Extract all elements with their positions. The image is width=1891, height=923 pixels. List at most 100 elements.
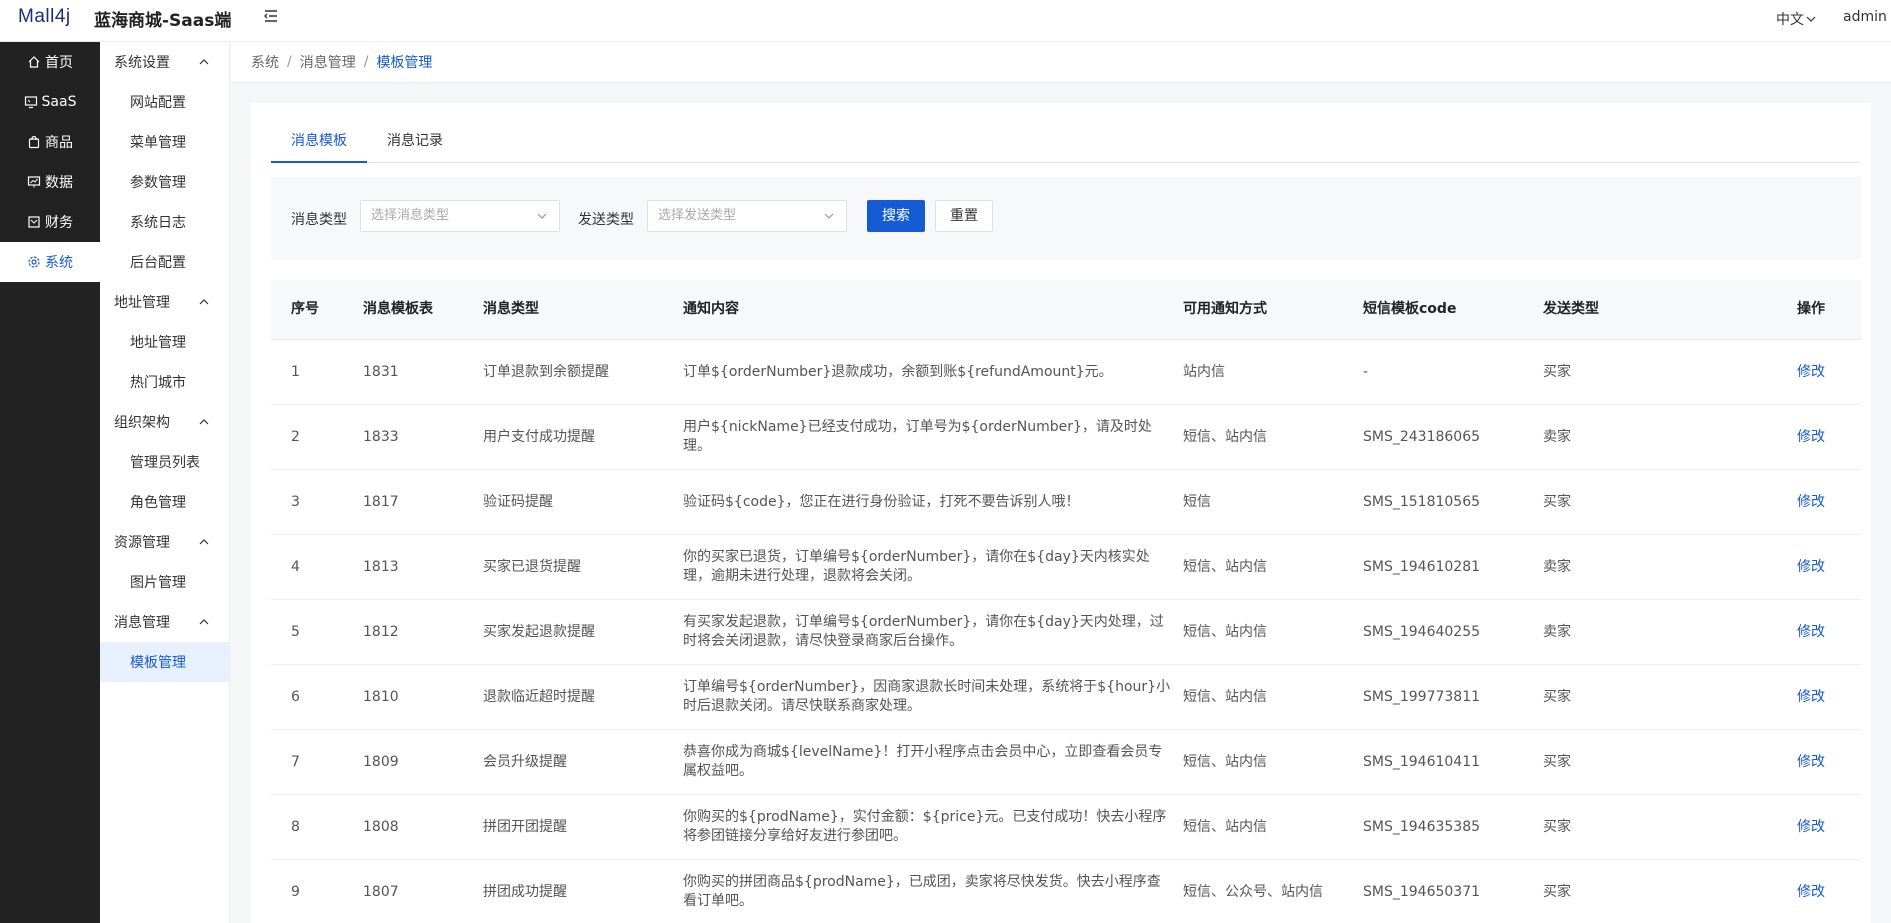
cell-index: 6 [291, 688, 300, 705]
cell-operation: 修改 [1797, 470, 1857, 534]
tab-message-template[interactable]: 消息模板 [271, 121, 367, 163]
send-type-placeholder: 选择发送类型 [658, 208, 737, 223]
cell-sms-code: - [1363, 363, 1369, 380]
cell-operation: 修改 [1797, 340, 1857, 404]
cell-send-type: 买家 [1543, 753, 1571, 770]
sidebar-item-image-manage[interactable]: 图片管理 [100, 562, 229, 602]
cell-send-type: 买家 [1543, 493, 1571, 510]
group-message[interactable]: 消息管理 [100, 602, 229, 642]
cell-message-type: 用户支付成功提醒 [483, 428, 595, 445]
cell-message-type: 拼团开团提醒 [483, 818, 567, 835]
table-row: 2 1833 用户支付成功提醒 用户${nickName}已经支付成功，订单号为… [271, 405, 1861, 470]
cell-send-type: 卖家 [1543, 558, 1571, 575]
edit-link[interactable]: 修改 [1797, 493, 1825, 512]
sidebar-item-role-manage[interactable]: 角色管理 [100, 482, 229, 522]
cell-method: 短信、站内信 [1183, 558, 1267, 575]
cell-operation: 修改 [1797, 600, 1857, 664]
tab-message-record[interactable]: 消息记录 [367, 121, 463, 163]
col-operation: 操作 [1797, 301, 1825, 317]
cell-content: 订单编号${orderNumber}，因商家退款长时间未处理，系统将于${hou… [683, 679, 1171, 714]
edit-link[interactable]: 修改 [1797, 818, 1825, 837]
nav-saas[interactable]: SaaS [0, 82, 100, 122]
send-type-select[interactable]: 选择发送类型 [647, 200, 847, 232]
chevron-up-icon [199, 59, 209, 65]
edit-link[interactable]: 修改 [1797, 883, 1825, 902]
edit-link[interactable]: 修改 [1797, 428, 1825, 447]
cell-send-type: 卖家 [1543, 623, 1571, 640]
template-table: 序号 消息模板表 消息类型 通知内容 可用通知方式 短信模板code 发送类型 … [271, 280, 1861, 923]
msg-type-select[interactable]: 选择消息类型 [360, 200, 560, 232]
chart-icon [27, 176, 41, 188]
table-row: 1 1831 订单退款到余额提醒 订单${orderNumber}退款成功，余额… [271, 340, 1861, 405]
nav-product[interactable]: 商品 [0, 122, 100, 162]
primary-sidebar: 首页 SaaS 商品 数据 财务 系统 [0, 42, 100, 923]
cell-method: 短信、站内信 [1183, 753, 1267, 770]
nav-home-label: 首页 [45, 55, 73, 71]
nav-saas-label: SaaS [41, 94, 77, 110]
group-title: 地址管理 [114, 295, 170, 311]
cell-sms-code: SMS_194635385 [1363, 818, 1481, 835]
nav-finance[interactable]: 财务 [0, 202, 100, 242]
app-name: 蓝海商城-Saas端 [94, 11, 232, 31]
cell-content: 你的买家已退货，订单编号${orderNumber}，请你在${day}天内核实… [683, 549, 1150, 584]
reset-button[interactable]: 重置 [935, 200, 993, 232]
group-organization[interactable]: 组织架构 [100, 402, 229, 442]
cell-template-id: 1812 [363, 623, 399, 640]
cell-content: 用户${nickName}已经支付成功，订单号为${orderNumber}，请… [683, 419, 1152, 454]
brand-logo[interactable]: Mall4j [18, 6, 71, 28]
table-row: 4 1813 买家已退货提醒 你的买家已退货，订单编号${orderNumber… [271, 535, 1861, 600]
table-row: 9 1807 拼团成功提醒 你购买的拼团商品${prodName}，已成团，卖家… [271, 860, 1861, 923]
cell-content: 验证码${code}，您正在进行身份验证，打死不要告诉别人哦！ [683, 493, 1080, 510]
cell-content: 你购买的${prodName}，实付金额：${price}元。已支付成功！快去小… [683, 809, 1167, 844]
cell-method: 站内信 [1183, 363, 1225, 380]
nav-data[interactable]: 数据 [0, 162, 100, 202]
sidebar-item-site-config[interactable]: 网站配置 [100, 82, 229, 122]
breadcrumb-separator: / [287, 54, 292, 70]
sidebar-item-backend-config[interactable]: 后台配置 [100, 242, 229, 282]
sidebar-item-admin-list[interactable]: 管理员列表 [100, 442, 229, 482]
sidebar-item-param-manage[interactable]: 参数管理 [100, 162, 229, 202]
edit-link[interactable]: 修改 [1797, 753, 1825, 772]
cell-index: 5 [291, 623, 300, 640]
sidebar-item-system-log[interactable]: 系统日志 [100, 202, 229, 242]
breadcrumb-separator: / [363, 54, 369, 70]
cell-sms-code: SMS_194640255 [1363, 623, 1481, 640]
cell-message-type: 退款临近超时提醒 [483, 688, 595, 705]
group-address[interactable]: 地址管理 [100, 282, 229, 322]
edit-link[interactable]: 修改 [1797, 688, 1825, 707]
breadcrumb-message[interactable]: 消息管理 [300, 52, 356, 72]
cell-index: 7 [291, 753, 300, 770]
col-send-type: 发送类型 [1543, 301, 1599, 317]
nav-home[interactable]: 首页 [0, 42, 100, 82]
finance-icon [28, 216, 40, 228]
language-switch[interactable]: 中文 [1776, 9, 1816, 29]
group-title: 组织架构 [114, 415, 170, 431]
chevron-up-icon [199, 539, 209, 545]
sidebar-item-menu-manage[interactable]: 菜单管理 [100, 122, 229, 162]
cell-message-type: 会员升级提醒 [483, 753, 567, 770]
sidebar-item-hot-city[interactable]: 热门城市 [100, 362, 229, 402]
cell-send-type: 卖家 [1543, 428, 1571, 445]
nav-system-label: 系统 [45, 255, 73, 271]
sidebar-item-template-manage[interactable]: 模板管理 [100, 642, 229, 682]
col-template-id: 消息模板表 [363, 301, 433, 317]
table-row: 7 1809 会员升级提醒 恭喜你成为商城${levelName}！打开小程序点… [271, 730, 1861, 795]
search-button[interactable]: 搜索 [867, 200, 925, 232]
menu-collapse-icon[interactable] [262, 7, 280, 25]
msg-type-placeholder: 选择消息类型 [371, 208, 450, 223]
nav-system[interactable]: 系统 [0, 242, 100, 282]
group-resource[interactable]: 资源管理 [100, 522, 229, 562]
chevron-up-icon [199, 299, 209, 305]
edit-link[interactable]: 修改 [1797, 558, 1825, 577]
chevron-up-icon [199, 619, 209, 625]
edit-link[interactable]: 修改 [1797, 623, 1825, 642]
user-menu[interactable]: admin [1843, 9, 1887, 25]
breadcrumb-system[interactable]: 系统 [251, 52, 279, 72]
home-icon [28, 56, 40, 68]
sidebar-item-address-manage[interactable]: 地址管理 [100, 322, 229, 362]
cell-template-id: 1809 [363, 753, 399, 770]
edit-link[interactable]: 修改 [1797, 363, 1825, 382]
nav-product-label: 商品 [45, 135, 73, 151]
group-system-settings[interactable]: 系统设置 [100, 42, 229, 82]
cell-operation: 修改 [1797, 860, 1857, 923]
